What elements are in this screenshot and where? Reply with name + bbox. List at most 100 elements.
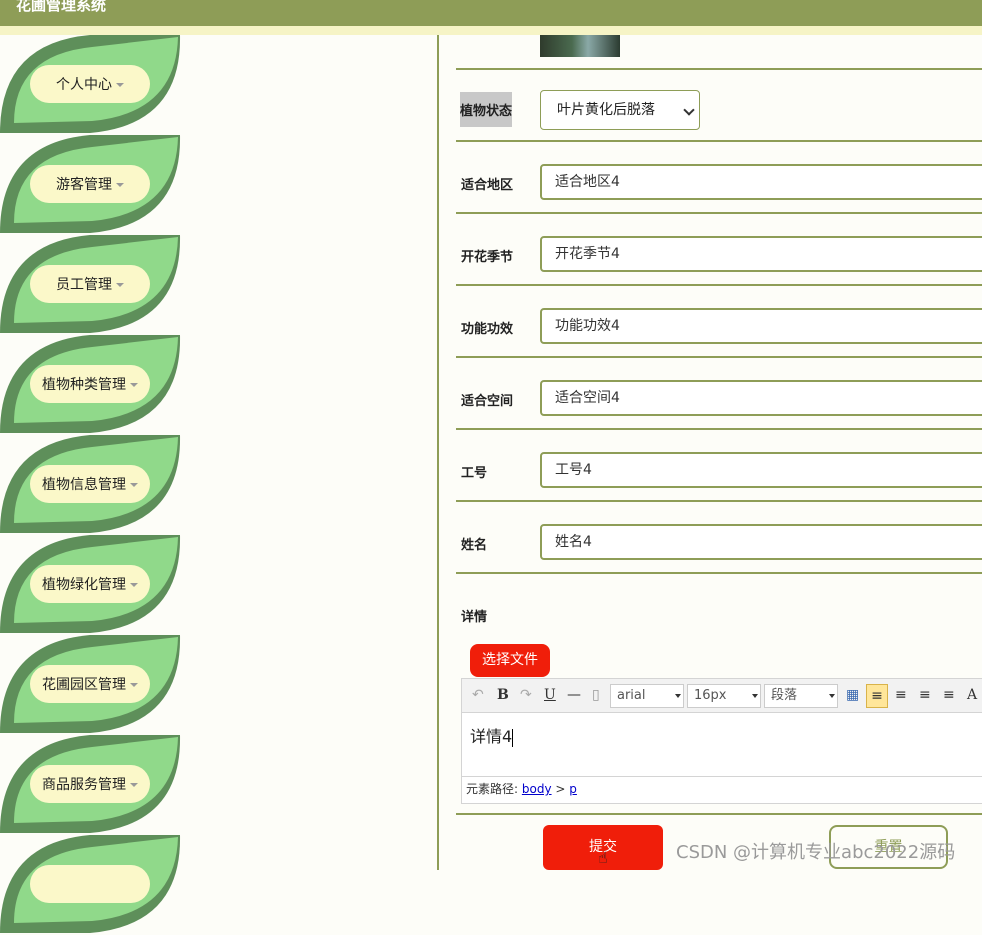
region-label: 适合地区 — [461, 178, 514, 193]
row-divider — [456, 284, 982, 286]
font-family-value: arial — [617, 688, 646, 703]
align-justify-icon[interactable]: ≡ — [943, 687, 955, 703]
sidebar-item-label: 植物信息管理 — [42, 477, 126, 493]
sidebar-item[interactable]: 游客管理 — [0, 135, 182, 235]
row-divider — [456, 813, 982, 815]
align-right-icon[interactable]: ≡ — [895, 687, 907, 703]
row-divider — [456, 572, 982, 574]
season-label: 开花季节 — [461, 250, 514, 265]
app-title: 花圃管理系统 — [16, 0, 107, 14]
align-left-icon[interactable]: ≡ — [866, 684, 888, 708]
space-label: 适合空间 — [461, 394, 514, 409]
season-input[interactable]: 开花季节4 — [540, 236, 982, 272]
name-label: 姓名 — [461, 538, 488, 553]
caret-down-icon — [130, 383, 138, 387]
undo-icon[interactable]: ↶ — [472, 687, 484, 703]
sidebar-item[interactable]: 个人中心 — [0, 35, 182, 135]
sidebar-divider — [437, 35, 439, 870]
chevron-down-icon — [829, 694, 835, 698]
rich-text-editor: ↶ B ↷ U — ▯ arial 16px 段落 ▦ ≡ ≡ ≡ ≡ A 详情… — [461, 678, 982, 804]
space-input[interactable]: 适合空间4 — [540, 380, 982, 416]
redo-icon[interactable]: ↷ — [520, 687, 532, 703]
chevron-down-icon — [752, 694, 758, 698]
horizontal-rule-icon[interactable]: — — [567, 687, 581, 703]
bold-icon[interactable]: B — [497, 687, 509, 703]
sidebar-item[interactable]: 员工管理 — [0, 235, 182, 335]
status-select-value: 叶片黄化后脱落 — [557, 102, 655, 118]
sidebar-item-label: 花圃园区管理 — [42, 677, 126, 693]
caret-down-icon — [116, 183, 124, 187]
paragraph-value: 段落 — [771, 688, 798, 703]
employee-id-label: 工号 — [461, 466, 488, 481]
row-divider — [456, 212, 982, 214]
font-color-icon[interactable]: A — [967, 687, 977, 703]
editor-toolbar: ↶ B ↷ U — ▯ arial 16px 段落 ▦ ≡ ≡ ≡ ≡ A — [462, 679, 982, 713]
sidebar-item[interactable] — [0, 835, 182, 935]
sidebar-item-pill: 个人中心 — [30, 65, 150, 103]
sidebar-item-pill: 游客管理 — [30, 165, 150, 203]
editor-content[interactable]: 详情4 — [470, 723, 514, 747]
row-divider — [456, 140, 982, 142]
header-strip — [0, 26, 982, 35]
row-divider — [456, 68, 982, 70]
sidebar-item-label: 个人中心 — [56, 77, 112, 93]
underline-icon[interactable]: U — [544, 687, 556, 703]
sidebar-item[interactable]: 花圃园区管理 — [0, 635, 182, 735]
text-cursor — [512, 728, 514, 747]
sidebar-item-label: 商品服务管理 — [42, 777, 126, 793]
watermark: CSDN @计算机专业abc2022源码 — [676, 842, 956, 863]
choose-file-button[interactable]: 选择文件 — [470, 644, 550, 677]
path-p-link[interactable]: p — [569, 782, 577, 796]
caret-down-icon — [116, 283, 124, 287]
detail-label: 详情 — [461, 610, 488, 625]
sidebar-item-pill: 商品服务管理 — [30, 765, 150, 803]
editor-text: 详情4 — [470, 727, 513, 746]
sidebar: 个人中心游客管理员工管理植物种类管理 植物信息管理 植物绿化管理 花圃园区管理 商品服务… — [0, 35, 438, 933]
caret-down-icon — [130, 683, 138, 687]
sidebar-item-label: 植物种类管理 — [42, 377, 126, 393]
font-size-select[interactable]: 16px — [687, 684, 761, 708]
sidebar-item-pill: 植物种类管理 — [30, 365, 150, 403]
sidebar-item-pill: 植物绿化管理 — [30, 565, 150, 603]
row-divider — [456, 356, 982, 358]
region-input[interactable]: 适合地区4 — [540, 164, 982, 200]
path-separator: > — [555, 782, 566, 796]
editor-statusbar: 元素路径: body > p — [462, 776, 982, 803]
status-label: 植物状态 — [460, 92, 513, 127]
row-divider — [456, 500, 982, 502]
sidebar-item[interactable]: 植物信息管理 — [0, 435, 182, 535]
row-divider — [456, 428, 982, 430]
table-icon[interactable]: ▦ — [846, 687, 859, 703]
chevron-down-icon — [675, 694, 681, 698]
function-label: 功能功效 — [461, 322, 514, 337]
status-select[interactable]: 叶片黄化后脱落 — [540, 90, 700, 130]
sidebar-item-pill: 花圃园区管理 — [30, 665, 150, 703]
align-center-icon[interactable]: ≡ — [919, 687, 931, 703]
caret-down-icon — [130, 583, 138, 587]
plant-image-thumbnail — [540, 35, 620, 57]
sidebar-item-label: 植物绿化管理 — [42, 577, 126, 593]
function-input[interactable]: 功能功效4 — [540, 308, 982, 344]
new-document-icon[interactable]: ▯ — [592, 687, 600, 703]
sidebar-item[interactable]: 植物种类管理 — [0, 335, 182, 435]
sidebar-item-label: 员工管理 — [56, 277, 112, 293]
hand-cursor-icon: ☝ — [598, 848, 608, 867]
paragraph-select[interactable]: 段落 — [764, 684, 838, 708]
font-family-select[interactable]: arial — [610, 684, 684, 708]
name-input[interactable]: 姓名4 — [540, 524, 982, 560]
caret-down-icon — [130, 783, 138, 787]
caret-down-icon — [116, 83, 124, 87]
employee-id-input[interactable]: 工号4 — [540, 452, 982, 488]
sidebar-item[interactable]: 植物绿化管理 — [0, 535, 182, 635]
header-bar: 花圃管理系统 — [0, 0, 982, 26]
font-size-value: 16px — [694, 688, 727, 703]
caret-down-icon — [130, 483, 138, 487]
sidebar-item-label: 游客管理 — [56, 177, 112, 193]
chevron-down-icon — [683, 104, 695, 116]
path-body-link[interactable]: body — [522, 782, 552, 796]
element-path-label: 元素路径: — [466, 782, 519, 796]
sidebar-item-pill: 员工管理 — [30, 265, 150, 303]
sidebar-item-pill — [30, 865, 150, 903]
sidebar-item[interactable]: 商品服务管理 — [0, 735, 182, 835]
sidebar-item-pill: 植物信息管理 — [30, 465, 150, 503]
